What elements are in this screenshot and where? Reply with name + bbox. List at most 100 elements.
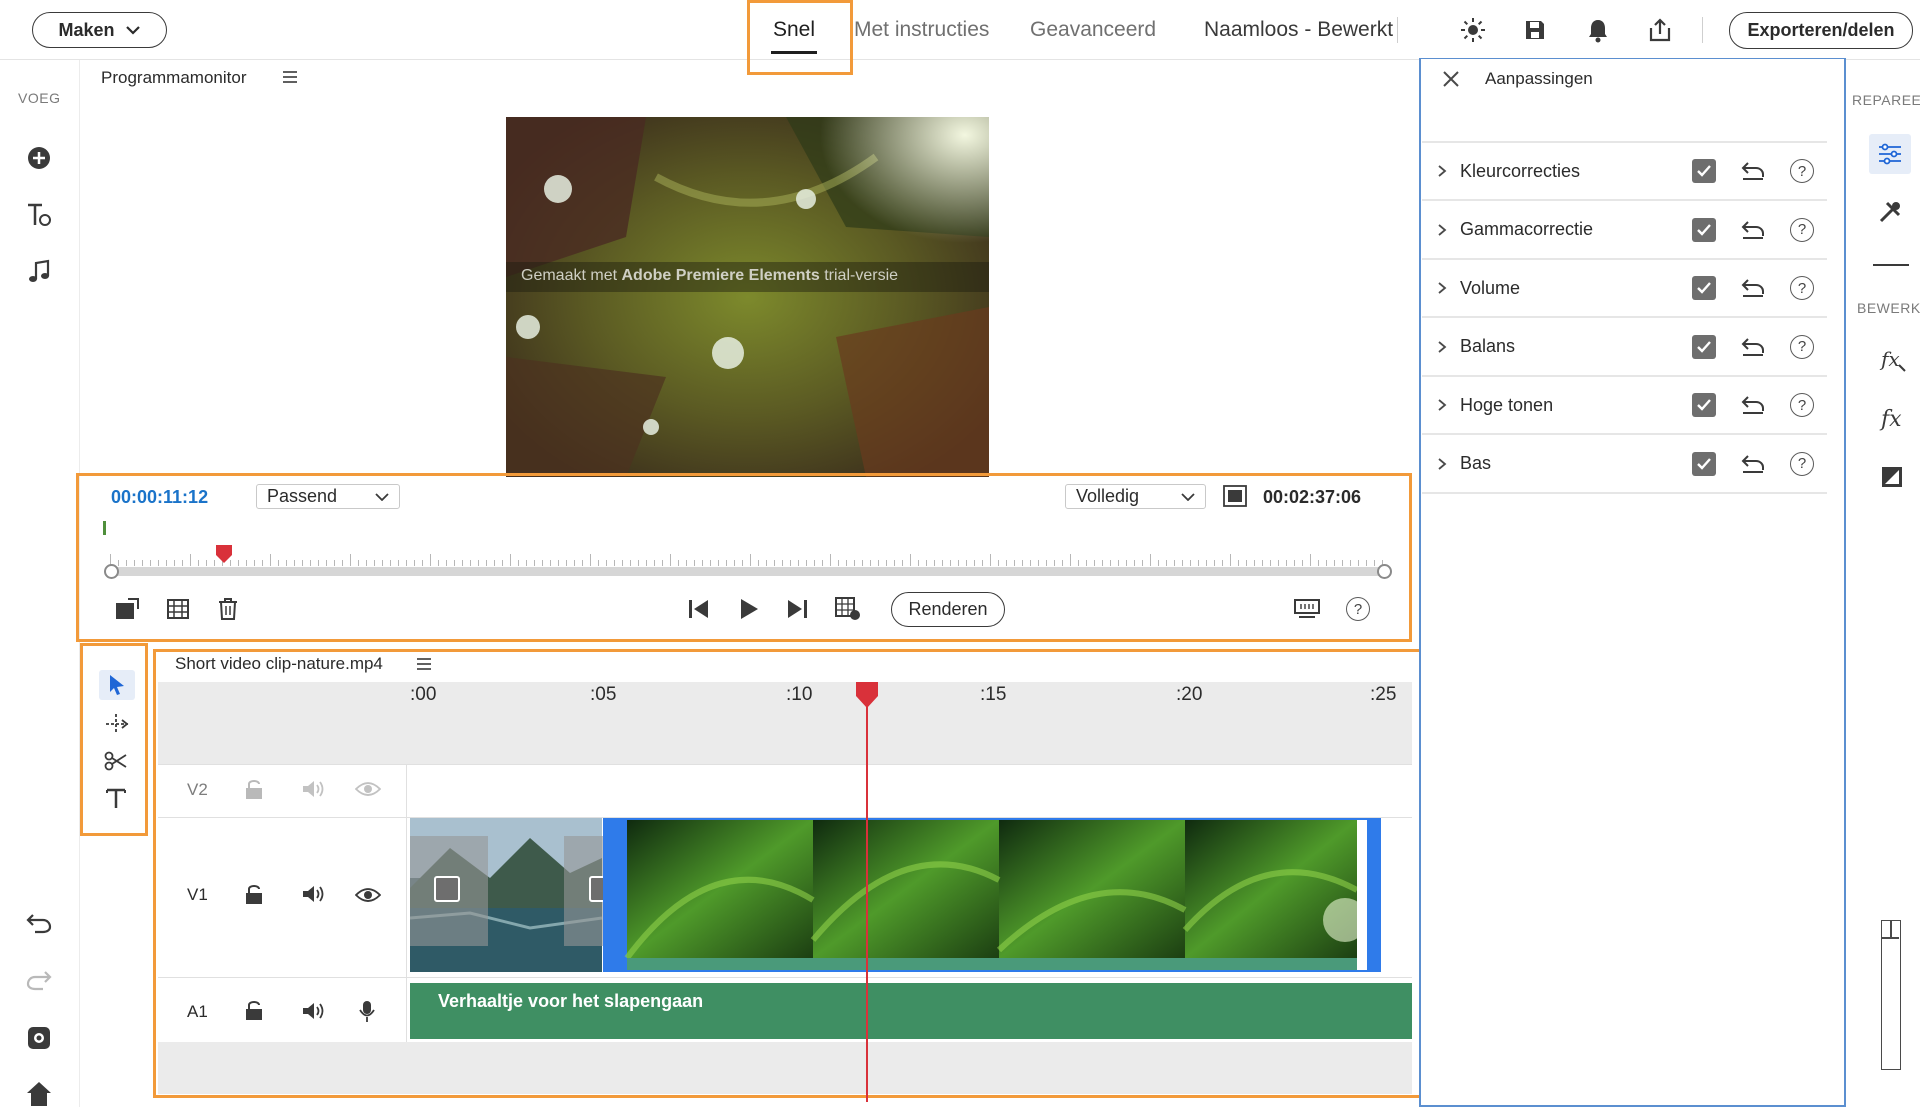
export-share-button[interactable]: Exporteren/delen — [1729, 12, 1913, 49]
music-note-icon[interactable] — [21, 254, 57, 290]
adjustment-row[interactable]: Hoge tonen? — [1422, 377, 1827, 435]
timeline-playhead[interactable] — [855, 682, 878, 1102]
help-icon[interactable]: ? — [1790, 451, 1814, 476]
help-icon[interactable]: ? — [1346, 597, 1370, 621]
color-contrast-icon[interactable] — [1881, 466, 1903, 493]
enable-checkbox[interactable] — [1692, 276, 1716, 300]
track-v2 — [158, 764, 1412, 817]
help-icon[interactable]: ? — [1790, 217, 1814, 242]
trim-tool-icon[interactable] — [104, 712, 130, 741]
brightness-icon[interactable] — [1458, 15, 1488, 45]
reset-icon[interactable] — [1740, 220, 1766, 240]
organizer-icon[interactable] — [21, 1020, 57, 1056]
delete-trash-icon[interactable] — [217, 597, 239, 626]
enable-checkbox[interactable] — [1692, 451, 1716, 476]
home-icon[interactable] — [21, 1075, 57, 1107]
text-tool-icon[interactable] — [104, 786, 128, 815]
fullscreen-icon[interactable] — [1223, 485, 1247, 512]
timeline-ruler[interactable]: :00 :05 :10 :15 :20 :25 — [158, 682, 1412, 764]
help-icon[interactable]: ? — [1790, 393, 1814, 417]
tools-wrench-icon[interactable] — [1877, 199, 1903, 230]
notification-bell-icon[interactable] — [1583, 15, 1613, 45]
playback-display-icon[interactable] — [1293, 597, 1321, 626]
play-icon[interactable] — [737, 597, 761, 626]
selection-tool[interactable] — [99, 670, 135, 700]
nature-clip-thumbnails — [624, 820, 1367, 970]
adjustment-label: Gammacorrectie — [1460, 219, 1594, 239]
enable-checkbox[interactable] — [1692, 334, 1716, 359]
quality-select[interactable]: Volledig — [1065, 484, 1206, 509]
share-icon[interactable] — [1645, 15, 1675, 45]
enable-checkbox[interactable] — [1692, 217, 1716, 242]
reset-icon[interactable] — [1740, 278, 1766, 298]
reset-icon[interactable] — [1740, 395, 1766, 415]
monitor-playhead[interactable] — [215, 545, 232, 563]
render-label: Renderen — [908, 599, 988, 619]
microphone-icon[interactable] — [358, 999, 376, 1028]
close-icon[interactable] — [1442, 70, 1460, 93]
adjustment-row[interactable]: Volume? — [1422, 260, 1827, 318]
track-v2-label: V2 — [187, 780, 208, 799]
video-preview[interactable]: Gemaakt met Adobe Premiere Elements tria… — [506, 117, 989, 477]
go-to-end-icon[interactable] — [785, 597, 809, 626]
tab-geavanceerd[interactable]: Geavanceerd — [1030, 18, 1156, 42]
help-icon[interactable]: ? — [1790, 159, 1814, 183]
chevron-right-icon[interactable] — [1436, 223, 1448, 237]
chevron-right-icon[interactable] — [1436, 281, 1448, 295]
video-clip-nature[interactable] — [603, 818, 1381, 972]
save-icon[interactable] — [1520, 15, 1550, 45]
crop-clip-icon[interactable] — [114, 597, 140, 626]
scrub-end-handle[interactable] — [1377, 564, 1392, 579]
reset-icon[interactable] — [1740, 454, 1766, 474]
lock-icon[interactable] — [244, 777, 264, 806]
adjustment-row[interactable]: Balans? — [1422, 319, 1827, 377]
scrub-bar[interactable] — [104, 564, 1392, 579]
applied-effects-icon[interactable]: fx — [1879, 347, 1907, 378]
reset-icon[interactable] — [1740, 161, 1766, 181]
current-timecode[interactable]: 00:00:11:12 — [111, 487, 208, 508]
chevron-right-icon[interactable] — [1436, 398, 1448, 412]
effects-icon[interactable]: fx — [1879, 406, 1907, 437]
scrub-ruler[interactable] — [110, 548, 1386, 566]
tab-snel[interactable]: Snel — [773, 18, 815, 42]
adjustment-row[interactable]: Kleurcorrecties? — [1422, 143, 1827, 201]
create-menu-button[interactable]: Maken — [32, 12, 167, 48]
eye-icon[interactable] — [354, 781, 382, 802]
adjustments-sliders-icon[interactable] — [1869, 134, 1911, 174]
audio-clip[interactable]: Verhaaltje voor het slapengaan — [410, 983, 1412, 1039]
enable-checkbox[interactable] — [1692, 393, 1716, 417]
fit-select[interactable]: Passend — [256, 484, 400, 509]
scissors-icon[interactable] — [104, 750, 128, 777]
lock-icon[interactable] — [244, 882, 264, 911]
transition-icon[interactable] — [434, 876, 460, 902]
add-media-icon[interactable] — [21, 140, 57, 176]
eye-icon[interactable] — [354, 887, 382, 908]
chevron-right-icon[interactable] — [1436, 457, 1448, 471]
render-preview-icon[interactable] — [834, 596, 862, 627]
render-button[interactable]: Renderen — [891, 592, 1005, 627]
redo-icon[interactable] — [21, 962, 57, 998]
timeline-menu-icon[interactable] — [417, 657, 431, 675]
tab-met-instructies[interactable]: Met instructies — [854, 18, 989, 42]
adjustment-row[interactable]: Bas? — [1422, 436, 1827, 494]
reset-icon[interactable] — [1740, 337, 1766, 357]
speaker-icon[interactable] — [301, 779, 327, 804]
speaker-icon[interactable] — [301, 1001, 327, 1026]
storyboard-icon[interactable] — [166, 597, 190, 626]
help-icon[interactable]: ? — [1790, 334, 1814, 359]
chevron-right-icon[interactable] — [1436, 164, 1448, 178]
lock-icon[interactable] — [244, 998, 264, 1027]
enable-checkbox[interactable] — [1692, 159, 1716, 183]
undo-icon[interactable] — [21, 905, 57, 941]
speaker-icon[interactable] — [301, 884, 327, 909]
panel-menu-icon[interactable] — [283, 70, 297, 88]
chevron-right-icon[interactable] — [1436, 340, 1448, 354]
monitor-title: Programmamonitor — [101, 68, 247, 87]
project-title: Naamloos - Bewerkt — [1204, 18, 1394, 41]
go-to-start-icon[interactable] — [687, 597, 711, 626]
help-icon[interactable]: ? — [1790, 276, 1814, 300]
scrub-start-handle[interactable] — [104, 564, 119, 579]
ruler-label-10: :10 — [786, 684, 813, 705]
adjustment-row[interactable]: Gammacorrectie? — [1422, 202, 1827, 260]
title-text-icon[interactable] — [21, 197, 57, 233]
